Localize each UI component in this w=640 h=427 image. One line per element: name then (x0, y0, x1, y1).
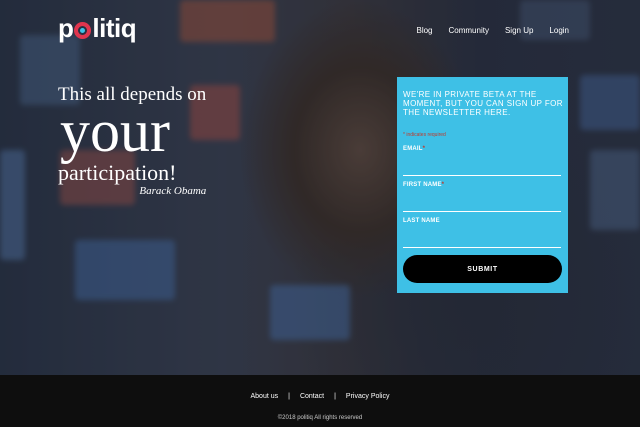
footer-links: About us | Contact | Privacy Policy (0, 393, 640, 400)
last-name-field[interactable] (403, 247, 561, 248)
email-label: EMAIL* (403, 146, 426, 152)
last-name-label: LAST NAME (403, 218, 440, 224)
site-logo[interactable]: p litiq (58, 13, 137, 44)
quote-line-3: participation! (58, 160, 177, 185)
logo-o-icon (74, 22, 92, 39)
quote-line-2: your (60, 98, 170, 164)
hero-section: p litiq Blog Community Sign Up Login This… (0, 0, 640, 375)
quote-attribution: Barack Obama (139, 185, 207, 197)
nav-blog[interactable]: Blog (416, 26, 432, 35)
footer-separator: | (334, 393, 336, 400)
footer-link-contact[interactable]: Contact (300, 393, 324, 400)
submit-button[interactable]: SUBMIT (403, 255, 562, 283)
main-nav: Blog Community Sign Up Login (416, 26, 569, 35)
site-footer: About us | Contact | Privacy Policy ©201… (0, 375, 640, 427)
nav-login[interactable]: Login (549, 26, 569, 35)
required-note: * indicates required (403, 132, 446, 138)
first-name-label: FIRST NAME* (403, 182, 445, 188)
form-heading: WE'RE IN PRIVATE BETA AT THE MOMENT, BUT… (403, 90, 563, 117)
footer-link-about[interactable]: About us (251, 393, 279, 400)
email-field[interactable] (403, 175, 561, 176)
nav-sign-up[interactable]: Sign Up (505, 26, 533, 35)
newsletter-signup-form: WE'RE IN PRIVATE BETA AT THE MOMENT, BUT… (397, 77, 568, 293)
first-name-field[interactable] (403, 211, 561, 212)
nav-community[interactable]: Community (449, 26, 489, 35)
hero-quote: This all depends on your participation! … (58, 84, 206, 197)
footer-separator: | (288, 393, 290, 400)
footer-link-privacy[interactable]: Privacy Policy (346, 393, 390, 400)
copyright-text: ©2018 politiq All rights reserved (277, 415, 363, 421)
